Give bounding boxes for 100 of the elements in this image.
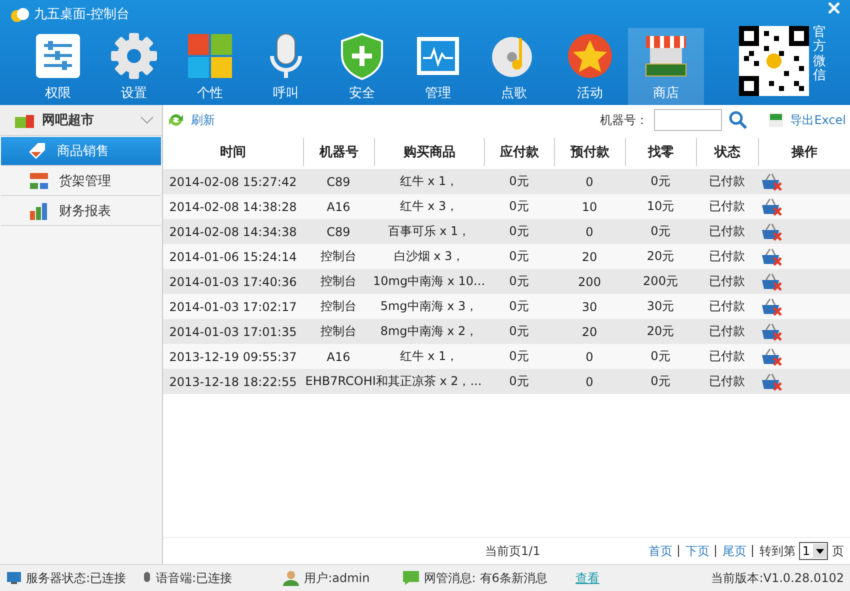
table-cell: 白沙烟 x 3， [374,244,484,269]
column-header: 机器号 [303,138,374,166]
table-cell: 控制台 [303,294,374,319]
table-cell: 2014-01-03 17:02:17 [163,294,303,319]
basket-delete-icon[interactable] [761,198,783,216]
shelf-icon [29,172,49,190]
table-cell: 2014-01-06 15:24:14 [163,244,303,269]
table-cell: A16 [303,194,374,219]
table-cell: 5mg中南海 x 3， [374,294,484,319]
nav-tab[interactable]: 设置 [96,28,172,105]
sidebar-item[interactable]: 财务报表 [1,197,161,226]
shield-icon [338,32,386,80]
nav-tab[interactable]: 呼叫 [248,28,324,105]
first-page-link[interactable]: 首页 [648,542,672,560]
gear-icon [110,32,158,80]
table-cell: 0元 [625,169,696,194]
export-excel-link[interactable]: 导出Excel [790,112,846,128]
cloud-logo-icon [10,6,30,22]
microphone-icon [142,571,152,585]
table-cell: 2014-01-03 17:40:36 [163,269,303,294]
table-cell: 已付款 [696,244,758,269]
table-cell: 2014-02-08 14:38:28 [163,194,303,219]
basket-delete-icon[interactable] [761,272,783,290]
nav-tab[interactable]: 活动 [552,28,628,105]
column-header: 时间 [219,144,247,162]
last-page-link[interactable]: 尾页 [722,542,746,560]
column-header: 操作 [758,138,850,166]
column-header: 预付款 [554,138,625,166]
table-cell: 20 [554,244,625,269]
table-cell: 红牛 x 1， [374,344,484,369]
sidebar-item[interactable]: 货架管理 [1,167,161,196]
basket-delete-icon[interactable] [761,372,783,390]
table-cell: 已付款 [696,169,758,194]
table-cell: 10 [554,194,625,219]
basket-delete-icon[interactable] [761,298,783,316]
table-cell: 8mg中南海 x 2， [374,319,484,344]
sidebar-item[interactable]: 商品销售 [1,137,161,166]
table-cell: 已付款 [696,269,758,294]
bar-chart-icon [29,202,49,220]
basket-delete-icon[interactable] [761,222,783,240]
table-cell: 0 [554,369,625,394]
table-cell: A16 [303,344,374,369]
close-icon[interactable] [828,2,840,14]
nav-tab[interactable]: 权限 [20,28,96,105]
table-cell: 200元 [625,269,696,294]
sliders-icon [34,32,82,80]
user-status: 用户:admin [304,570,370,586]
table-cell: 0 [554,219,625,244]
message-label: 网管消息: [424,570,476,586]
goto-label: 转到第 [759,542,796,560]
table-cell: 红牛 x 1， [374,169,484,194]
table-cell: 2014-02-08 14:34:38 [163,219,303,244]
table-cell: 0元 [484,269,554,294]
table-cell: 已付款 [696,344,758,369]
basket-delete-icon[interactable] [761,172,783,190]
table-cell: 30 [554,294,625,319]
table-cell: 10mg中南海 x 10... [374,269,484,294]
table-cell: 0元 [484,244,554,269]
table-cell: 控制台 [303,269,374,294]
nav-tab[interactable]: 安全 [324,28,400,105]
column-header: 应付款 [484,138,554,166]
table-cell: EHB7RCOHI和其正凉茶 x 2，... [303,369,484,394]
table-cell: 0元 [625,344,696,369]
table-cell: 0元 [484,169,554,194]
tiles-icon [186,32,234,80]
table-cell: 红牛 x 3， [374,194,484,219]
sidebar-header[interactable]: 网吧超市 [0,105,162,136]
view-link[interactable]: 查看 [575,570,600,586]
nav-tab[interactable]: 个性 [172,28,248,105]
monitor-icon [6,571,22,585]
spreadsheet-icon [768,112,784,128]
refresh-link[interactable]: 刷新 [191,112,215,128]
table-cell: C89 [303,169,374,194]
nav-tab[interactable]: 管理 [400,28,476,105]
table-cell: 0元 [484,294,554,319]
table-cell: 已付款 [696,219,758,244]
table-cell: 0元 [484,319,554,344]
page-select[interactable]: 1 [799,542,828,560]
table-cell: 30元 [625,294,696,319]
table-cell: 已付款 [696,319,758,344]
next-page-link[interactable]: 下页 [685,542,710,560]
table-cell: 200 [554,269,625,294]
window-title: 九五桌面-控制台 [34,6,130,23]
basket-delete-icon[interactable] [761,322,783,340]
chevron-down-icon [140,116,154,124]
table-cell: 已付款 [696,294,758,319]
nav-tab[interactable]: 商店 [628,28,704,105]
table-cell: 2013-12-18 18:22:55 [163,369,303,394]
machine-input[interactable] [654,109,722,131]
table-cell: 2014-01-03 17:01:35 [163,319,303,344]
basket-delete-icon[interactable] [761,348,783,366]
table-cell: 20 [554,319,625,344]
search-icon[interactable] [728,110,748,130]
nav-tab[interactable]: 点歌 [476,28,552,105]
user-icon [282,570,300,586]
server-status: 服务器状态:已连接 [26,570,126,586]
table-cell: 已付款 [696,194,758,219]
table-cell: 0 [554,169,625,194]
basket-delete-icon[interactable] [761,248,783,266]
table-cell: 2013-12-19 09:55:37 [163,344,303,369]
